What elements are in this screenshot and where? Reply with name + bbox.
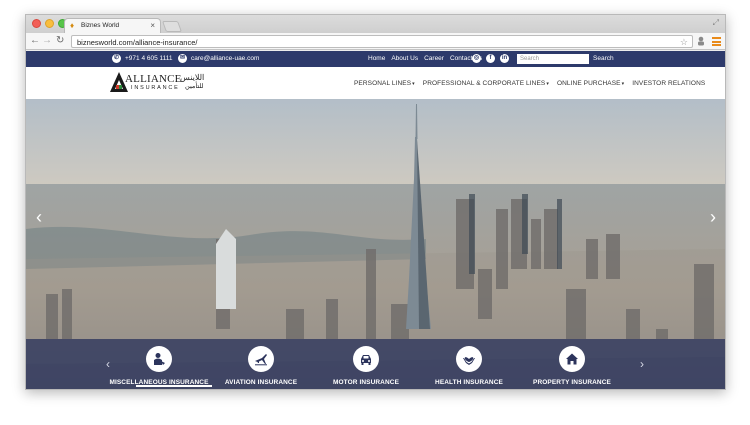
- plane-icon: [255, 354, 267, 366]
- browser-menu-icon[interactable]: [712, 37, 721, 46]
- logo-name: ALLIANCE: [125, 73, 182, 85]
- social-links: ◎ f in: [472, 54, 509, 63]
- carousel-next-arrow[interactable]: ›: [640, 357, 644, 371]
- insurance-label: HEALTH INSURANCE: [435, 379, 503, 386]
- bookmark-star-icon[interactable]: ☆: [680, 36, 688, 48]
- nav-online-purchase[interactable]: ONLINE PURCHASE▾: [557, 79, 624, 89]
- browser-window: ♦ Biznes World × ⤢ ← → ↻ biznesworld.com…: [25, 14, 726, 390]
- reload-icon[interactable]: ↻: [56, 35, 64, 47]
- window-controls: [32, 19, 67, 28]
- phone-number: +971 4 605 1111: [125, 55, 173, 62]
- insurance-item-property[interactable]: PROPERTY INSURANCE: [517, 346, 627, 387]
- screenshot-stage: ♦ Biznes World × ⤢ ← → ↻ biznesworld.com…: [0, 0, 750, 425]
- insurance-label: AVIATION INSURANCE: [224, 379, 298, 386]
- top-links: Home About Us Career Contact Us: [368, 53, 482, 64]
- favicon-icon: ♦: [70, 21, 75, 30]
- insurance-icon-circle: [146, 346, 172, 372]
- email-icon: ✉: [178, 54, 187, 63]
- hero-slider: ‹ › ‹ › MISCELLANEOUS INSURANCE AVIATION…: [26, 99, 725, 389]
- new-tab-button[interactable]: [161, 21, 183, 32]
- main-nav: PERSONAL LINES▾ PROFESSIONAL & CORPORATE…: [354, 79, 705, 89]
- insurance-label: MOTOR INSURANCE: [332, 379, 400, 386]
- browser-tab-bar: ♦ Biznes World × ⤢: [26, 15, 725, 33]
- browser-tab[interactable]: ♦ Biznes World ×: [64, 18, 161, 33]
- site-top-bar: ✆ +971 4 605 1111 ✉ care@alliance-uae.co…: [26, 51, 725, 67]
- address-bar[interactable]: biznesworld.com/alliance-insurance/ ☆: [71, 35, 693, 48]
- logo-arabic-name: اللاينس: [180, 73, 205, 82]
- address-url: biznesworld.com/alliance-insurance/: [77, 38, 198, 47]
- hero-prev-arrow[interactable]: ‹: [36, 207, 42, 227]
- facebook-icon[interactable]: f: [486, 54, 495, 63]
- insurance-icon-circle: [559, 346, 585, 372]
- back-arrow-icon[interactable]: ←: [30, 35, 40, 47]
- chevron-down-icon: ▾: [621, 81, 625, 87]
- person-icon: [154, 353, 165, 365]
- page-viewport: ✆ +971 4 605 1111 ✉ care@alliance-uae.co…: [26, 51, 725, 389]
- insurance-carousel: ‹ › MISCELLANEOUS INSURANCE AVIATION INS…: [26, 339, 725, 389]
- insurance-icon-circle: [353, 346, 379, 372]
- search-button[interactable]: Search: [593, 54, 614, 64]
- phone-icon: ✆: [112, 54, 121, 63]
- heart-hand-icon: [463, 357, 475, 365]
- active-item-underline: [136, 385, 212, 387]
- nav-online-purchase-label: ONLINE PURCHASE: [556, 80, 621, 87]
- insurance-item-aviation[interactable]: AVIATION INSURANCE: [206, 346, 316, 387]
- close-window-button[interactable]: [32, 19, 41, 28]
- insurance-icon-circle: [456, 346, 482, 372]
- phone-contact[interactable]: ✆ +971 4 605 1111: [112, 53, 173, 64]
- forward-arrow-icon[interactable]: →: [42, 35, 52, 47]
- top-link-about[interactable]: About Us: [391, 53, 418, 64]
- logo-arabic-subtitle: للتأمين: [185, 83, 204, 90]
- nav-professional-corporate-label: PROFESSIONAL & CORPORATE LINES: [422, 80, 546, 87]
- insurance-label: PROPERTY INSURANCE: [533, 379, 611, 386]
- nav-professional-corporate[interactable]: PROFESSIONAL & CORPORATE LINES▾: [423, 79, 549, 89]
- linkedin-icon[interactable]: in: [500, 54, 509, 63]
- instagram-icon[interactable]: ◎: [472, 54, 481, 63]
- chevron-down-icon: ▾: [412, 81, 415, 87]
- tab-close-icon[interactable]: ×: [150, 21, 155, 31]
- insurance-item-health[interactable]: HEALTH INSURANCE: [414, 346, 524, 387]
- alliance-logo[interactable]: ALLIANCE INSURANCE اللاينس للتأمين: [109, 71, 219, 95]
- chevron-down-icon: ▾: [546, 81, 549, 87]
- nav-personal-lines-label: PERSONAL LINES: [354, 80, 412, 87]
- fullscreen-icon[interactable]: ⤢: [713, 18, 719, 28]
- logo-subtitle: INSURANCE: [131, 85, 180, 91]
- insurance-item-motor[interactable]: MOTOR INSURANCE: [311, 346, 421, 387]
- insurance-item-miscellaneous[interactable]: MISCELLANEOUS INSURANCE: [104, 346, 214, 387]
- extension-icon[interactable]: [697, 36, 705, 46]
- email-address: care@alliance-uae.com: [191, 55, 260, 62]
- tab-title: Biznes World: [81, 22, 120, 29]
- hero-next-arrow[interactable]: ›: [710, 207, 716, 227]
- top-link-home[interactable]: Home: [368, 53, 385, 64]
- minimize-window-button[interactable]: [45, 19, 54, 28]
- nav-investor-relations-label: INVESTOR RELATIONS: [632, 80, 706, 87]
- nav-personal-lines[interactable]: PERSONAL LINES▾: [354, 79, 415, 89]
- site-header: ALLIANCE INSURANCE اللاينس للتأمين PERSO…: [26, 67, 725, 99]
- car-icon: [361, 355, 371, 365]
- top-link-career[interactable]: Career: [424, 53, 444, 64]
- browser-toolbar: ← → ↻ biznesworld.com/alliance-insurance…: [26, 33, 725, 50]
- house-icon: [566, 353, 578, 365]
- email-contact[interactable]: ✉ care@alliance-uae.com: [178, 53, 259, 64]
- nav-investor-relations[interactable]: INVESTOR RELATIONS: [632, 79, 705, 89]
- search-input[interactable]: Search: [517, 54, 589, 64]
- insurance-icon-circle: [248, 346, 274, 372]
